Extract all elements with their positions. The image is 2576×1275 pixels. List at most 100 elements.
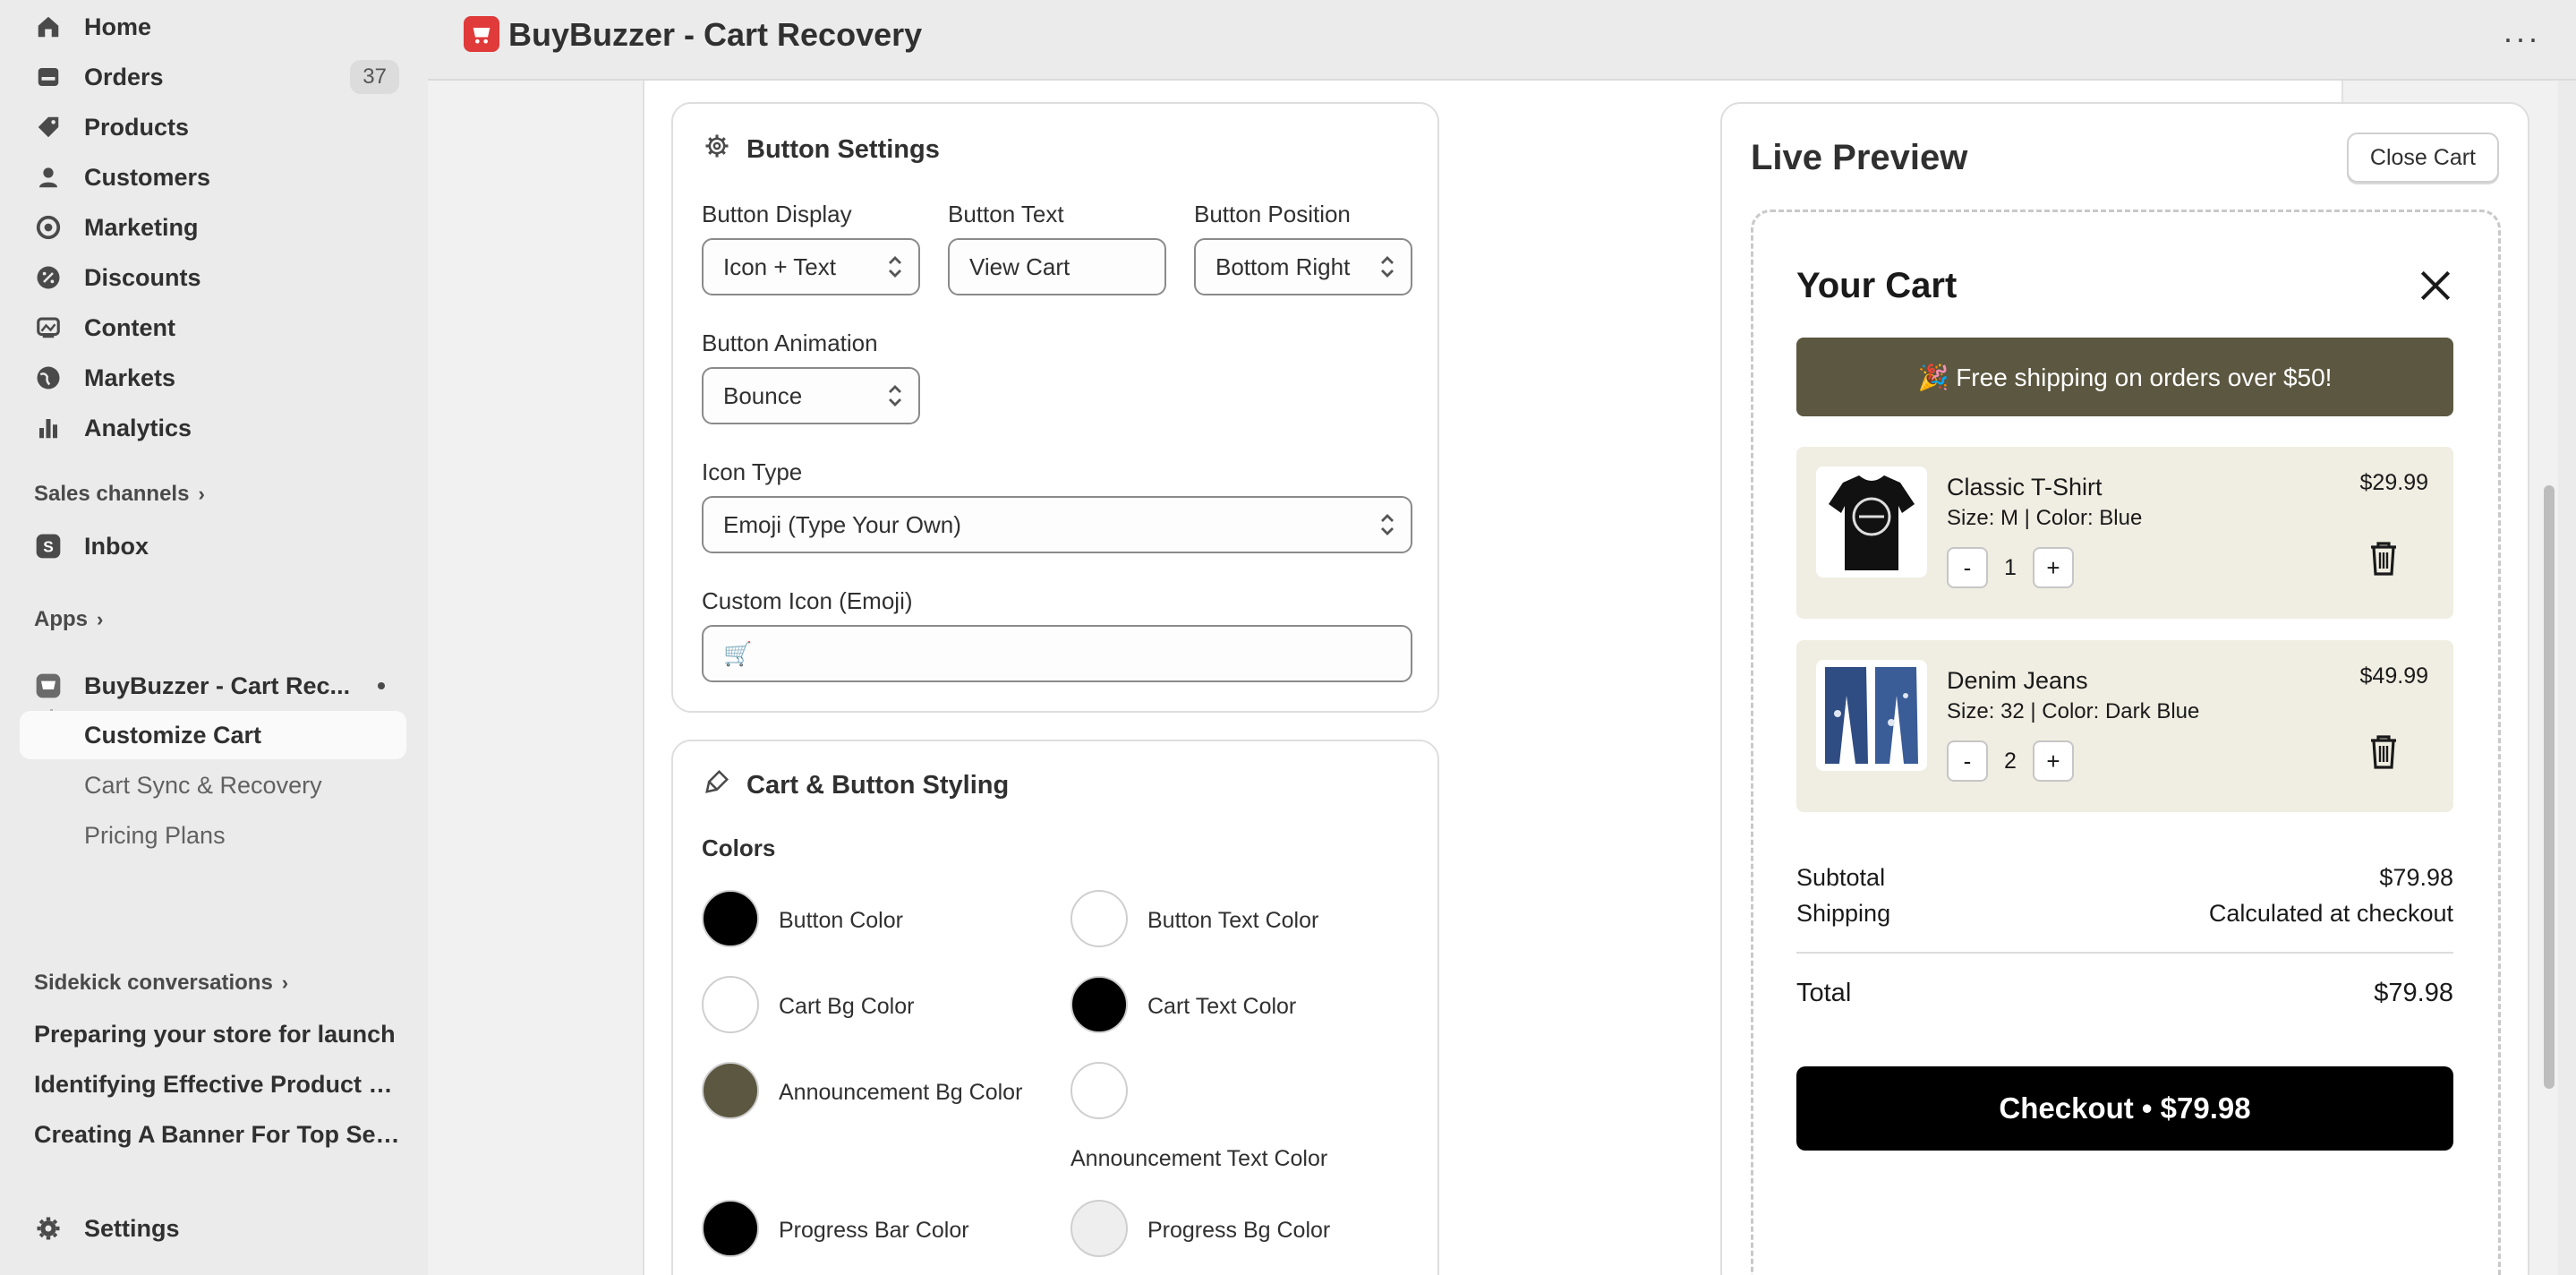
sidekick-header[interactable]: Sidekick conversations › (34, 971, 288, 996)
chart-icon (30, 410, 66, 446)
close-icon[interactable] (2416, 266, 2455, 310)
sales-channels-header[interactable]: Sales channels › (34, 482, 205, 507)
color-swatch[interactable] (1070, 976, 1128, 1033)
cart-app-icon (30, 668, 66, 704)
nav-label: Home (84, 13, 152, 40)
trash-icon[interactable] (2367, 733, 2400, 774)
content-frame: Button Settings Button Display Icon + Te… (643, 81, 2529, 1275)
content-icon (30, 310, 66, 346)
divider (1796, 952, 2453, 954)
nav-home[interactable]: Home (20, 5, 406, 48)
nav-products[interactable]: Products (20, 106, 406, 149)
announcement-bar: 🎉 Free shipping on orders over $50! (1796, 338, 2453, 416)
pin-dot-icon (378, 682, 385, 689)
nav-label: Marketing (84, 213, 199, 241)
shipping-value: Calculated at checkout (2208, 900, 2453, 927)
button-text-label: Button Text (948, 201, 1064, 227)
color-swatch[interactable] (1070, 1062, 1128, 1119)
button-animation-label: Button Animation (702, 329, 878, 356)
custom-icon-input[interactable]: 🛒 (702, 625, 1412, 682)
button-animation-select[interactable]: Bounce (702, 367, 920, 424)
nav-content[interactable]: Content (20, 306, 406, 349)
conversation-item[interactable]: Identifying Effective Product B... (34, 1071, 401, 1099)
item-meta: Size: M | Color: Blue (1947, 506, 2143, 530)
person-icon (30, 159, 66, 195)
select-chevron-icon (1378, 512, 1396, 543)
colors-section-label: Colors (702, 834, 776, 861)
target-icon (30, 210, 66, 245)
nav-inbox[interactable]: S Inbox (20, 525, 406, 568)
nav-settings[interactable]: Settings (20, 1207, 406, 1250)
nav-label: Discounts (84, 263, 201, 291)
select-chevron-icon (886, 254, 904, 286)
orders-count-badge: 37 (350, 60, 399, 94)
chevron-right-icon: › (281, 971, 289, 994)
color-swatch[interactable] (702, 890, 759, 947)
nav-app-buybuzzer[interactable]: BuyBuzzer - Cart Rec... (20, 664, 406, 707)
discount-icon (30, 260, 66, 295)
main-content: Button Settings Button Display Icon + Te… (428, 81, 2558, 1275)
sub-item-pricing-plans[interactable]: Pricing Plans (84, 822, 226, 850)
color-swatch-label: Announcement Bg Color (779, 1080, 1023, 1105)
custom-icon-label: Custom Icon (Emoji) (702, 587, 913, 614)
styling-card: Cart & Button Styling Colors Button Colo… (671, 740, 1439, 1275)
select-value: Emoji (Type Your Own) (723, 510, 961, 538)
qty-decrease-button[interactable]: - (1947, 547, 1988, 588)
checkout-button[interactable]: Checkout • $79.98 (1796, 1066, 2453, 1151)
nav-analytics[interactable]: Analytics (20, 406, 406, 449)
page-scrollbar[interactable] (2544, 485, 2555, 1089)
app-header: BuyBuzzer - Cart Recovery ··· (428, 0, 2576, 81)
nav-discounts[interactable]: Discounts (20, 256, 406, 299)
subtotal-row: Subtotal $79.98 (1796, 864, 2453, 892)
color-swatch[interactable] (702, 1200, 759, 1257)
quantity-stepper: - 1 + (1947, 547, 2074, 588)
sub-item-cart-sync[interactable]: Cart Sync & Recovery (84, 772, 322, 800)
nav-markets[interactable]: Markets (20, 356, 406, 399)
qty-increase-button[interactable]: + (2033, 547, 2074, 588)
color-swatch[interactable] (1070, 1200, 1128, 1257)
tag-icon (30, 109, 66, 145)
brush-icon (704, 768, 730, 802)
total-label: Total (1796, 979, 1852, 1007)
cart-drawer-preview: Your Cart 🎉 Free shipping on orders over… (1751, 210, 2501, 1275)
close-cart-button[interactable]: Close Cart (2346, 133, 2499, 183)
preview-title: Live Preview (1751, 138, 1968, 177)
quantity-stepper: - 2 + (1947, 740, 2074, 782)
subtotal-label: Subtotal (1796, 864, 1886, 891)
sub-item-customize-cart[interactable]: Customize Cart (84, 722, 261, 749)
apps-header[interactable]: Apps › (34, 607, 103, 632)
input-value: View Cart (969, 252, 1070, 280)
icon-type-select[interactable]: Emoji (Type Your Own) (702, 496, 1412, 553)
chevron-right-icon: › (198, 483, 205, 505)
icon-type-label: Icon Type (702, 458, 803, 485)
shipping-label: Shipping (1796, 900, 1891, 927)
more-actions-button[interactable]: ··· (2503, 20, 2540, 57)
select-value: Icon + Text (723, 252, 836, 280)
nav-orders[interactable]: Orders 37 (20, 56, 406, 98)
conversation-item[interactable]: Creating A Banner For Top Sell... (34, 1121, 401, 1149)
color-swatch[interactable] (702, 976, 759, 1033)
color-swatch-label: Button Text Color (1147, 908, 1319, 933)
nav-label: Orders (84, 63, 164, 90)
card-title: Cart & Button Styling (746, 770, 1010, 800)
button-display-select[interactable]: Icon + Text (702, 238, 920, 295)
item-meta: Size: 32 | Color: Dark Blue (1947, 699, 2200, 723)
button-display-label: Button Display (702, 201, 852, 227)
color-swatch-label: Progress Bar Color (779, 1218, 969, 1243)
page-title: BuyBuzzer - Cart Recovery (508, 16, 923, 53)
conversation-item[interactable]: Preparing your store for launch (34, 1021, 401, 1048)
qty-increase-button[interactable]: + (2033, 740, 2074, 782)
item-name: Denim Jeans (1947, 667, 2088, 694)
nav-label: Inbox (84, 532, 149, 560)
button-position-select[interactable]: Bottom Right (1194, 238, 1412, 295)
cart-title: Your Cart (1796, 266, 1958, 305)
nav-customers[interactable]: Customers (20, 156, 406, 199)
qty-decrease-button[interactable]: - (1947, 740, 1988, 782)
button-text-input[interactable]: View Cart (948, 238, 1166, 295)
section-label: Sales channels (34, 482, 190, 506)
nav-marketing[interactable]: Marketing (20, 206, 406, 249)
color-swatch[interactable] (1070, 890, 1128, 947)
select-value: Bottom Right (1215, 252, 1351, 280)
color-swatch[interactable] (702, 1062, 759, 1119)
trash-icon[interactable] (2367, 540, 2400, 580)
